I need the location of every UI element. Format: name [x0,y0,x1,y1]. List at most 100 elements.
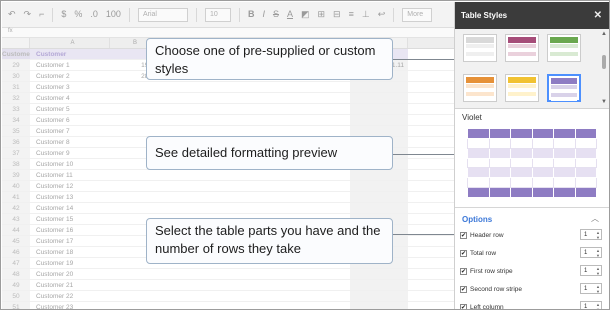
empty-cell[interactable] [330,82,350,92]
value-cell[interactable] [165,82,220,92]
value-cell[interactable] [275,93,330,103]
customer-cell[interactable]: Customer 22 [30,291,110,301]
value-cell[interactable] [110,280,165,290]
row-count-stepper[interactable]: 1 ▲ ▼ [580,301,602,309]
option-checkbox[interactable]: ✔ [460,231,467,239]
customer-cell[interactable]: Customer 17 [30,236,110,246]
header-cell[interactable]: Customer ID [2,49,30,59]
more-button[interactable]: More [402,7,433,22]
value-cell[interactable] [220,126,275,136]
row-number[interactable]: 40 [2,181,30,191]
empty-cell[interactable] [330,104,350,114]
empty-cell[interactable] [330,280,350,290]
value-cell[interactable] [220,192,275,202]
value-cell[interactable] [275,115,330,125]
row-number[interactable]: 35 [2,126,30,136]
customer-cell[interactable]: Customer 19 [30,258,110,268]
font-select[interactable]: Arial [137,7,188,22]
value-cell[interactable] [165,181,220,191]
formula-bar[interactable]: fx [2,28,454,38]
number-format-label[interactable]: 100 [106,10,121,19]
row-count-stepper[interactable]: 1 ▲ ▼ [580,265,602,276]
empty-cell[interactable] [330,126,350,136]
customer-cell[interactable]: Customer 23 [30,302,110,309]
total-cell[interactable] [350,82,408,92]
empty-cell[interactable] [330,192,350,202]
empty-cell[interactable] [330,115,350,125]
fill-color-icon[interactable]: ◩ [301,10,310,19]
value-cell[interactable] [275,170,330,180]
total-cell[interactable] [350,170,408,180]
row-number[interactable]: 37 [2,148,30,158]
undo-icon[interactable]: ↶ [8,10,16,19]
value-cell[interactable] [165,291,220,301]
row-number[interactable]: 49 [2,280,30,290]
row-number[interactable]: 38 [2,159,30,169]
value-cell[interactable] [165,126,220,136]
bold-icon[interactable]: B [248,10,255,19]
chevron-up-icon[interactable]: ︿ [591,213,599,224]
value-cell[interactable] [110,291,165,301]
row-count-stepper[interactable]: 1 ▲ ▼ [580,229,602,240]
value-cell[interactable] [275,269,330,279]
row-number[interactable]: 43 [2,214,30,224]
empty-cell[interactable] [330,291,350,301]
customer-cell[interactable]: Customer 5 [30,104,110,114]
style-thumb-violet[interactable] [547,74,581,102]
row-number[interactable]: 32 [2,93,30,103]
table-row[interactable]: 48 Customer 20 [2,269,454,280]
customer-cell[interactable]: Customer 7 [30,126,110,136]
total-cell[interactable] [350,104,408,114]
total-cell[interactable] [350,126,408,136]
value-cell[interactable] [275,181,330,191]
value-cell[interactable] [110,126,165,136]
empty-cell[interactable] [330,93,350,103]
value-cell[interactable] [275,126,330,136]
customer-cell[interactable]: Customer 21 [30,280,110,290]
customer-cell[interactable]: Customer 20 [30,269,110,279]
currency-icon[interactable]: $ [61,10,66,19]
value-cell[interactable] [220,170,275,180]
stepper-arrows-icon[interactable]: ▲ ▼ [596,248,600,258]
row-number[interactable]: 45 [2,236,30,246]
wrap-icon[interactable]: ↩ [378,10,386,19]
decimal-icon[interactable]: .0 [90,10,98,19]
style-thumb-yellow[interactable] [505,74,539,102]
align-icon[interactable]: ≡ [349,10,354,19]
value-cell[interactable] [110,115,165,125]
value-cell[interactable] [110,82,165,92]
row-number[interactable]: 48 [2,269,30,279]
text-color-icon[interactable]: A [287,10,293,19]
customer-cell[interactable]: Customer 14 [30,203,110,213]
customer-cell[interactable]: Customer 16 [30,225,110,235]
value-cell[interactable] [110,203,165,213]
value-cell[interactable] [275,192,330,202]
percent-icon[interactable]: % [74,10,82,19]
value-cell[interactable] [275,280,330,290]
table-row[interactable]: 33 Customer 5 [2,104,454,115]
scroll-up-icon[interactable]: ▲ [601,31,607,37]
total-cell[interactable] [350,203,408,213]
value-cell[interactable] [220,302,275,309]
gallery-scrollbar[interactable] [602,55,606,69]
customer-cell[interactable]: Customer 6 [30,115,110,125]
style-thumb-orange[interactable] [463,74,497,102]
table-row[interactable]: 31 Customer 3 [2,82,454,93]
value-cell[interactable] [220,203,275,213]
stepper-arrows-icon[interactable]: ▲ ▼ [596,302,600,309]
value-cell[interactable] [275,203,330,213]
row-count-stepper[interactable]: 1 ▲ ▼ [580,283,602,294]
total-cell[interactable] [350,302,408,309]
total-cell[interactable] [350,280,408,290]
customer-cell[interactable]: Customer 11 [30,170,110,180]
row-number[interactable]: 42 [2,203,30,213]
value-cell[interactable] [165,269,220,279]
row-number[interactable]: 47 [2,258,30,268]
value-cell[interactable] [275,104,330,114]
total-cell[interactable] [350,181,408,191]
style-thumb-magenta[interactable] [505,34,539,62]
total-cell[interactable] [350,115,408,125]
value-cell[interactable] [220,104,275,114]
value-cell[interactable] [220,280,275,290]
paint-format-icon[interactable]: ⌐ [39,10,44,19]
